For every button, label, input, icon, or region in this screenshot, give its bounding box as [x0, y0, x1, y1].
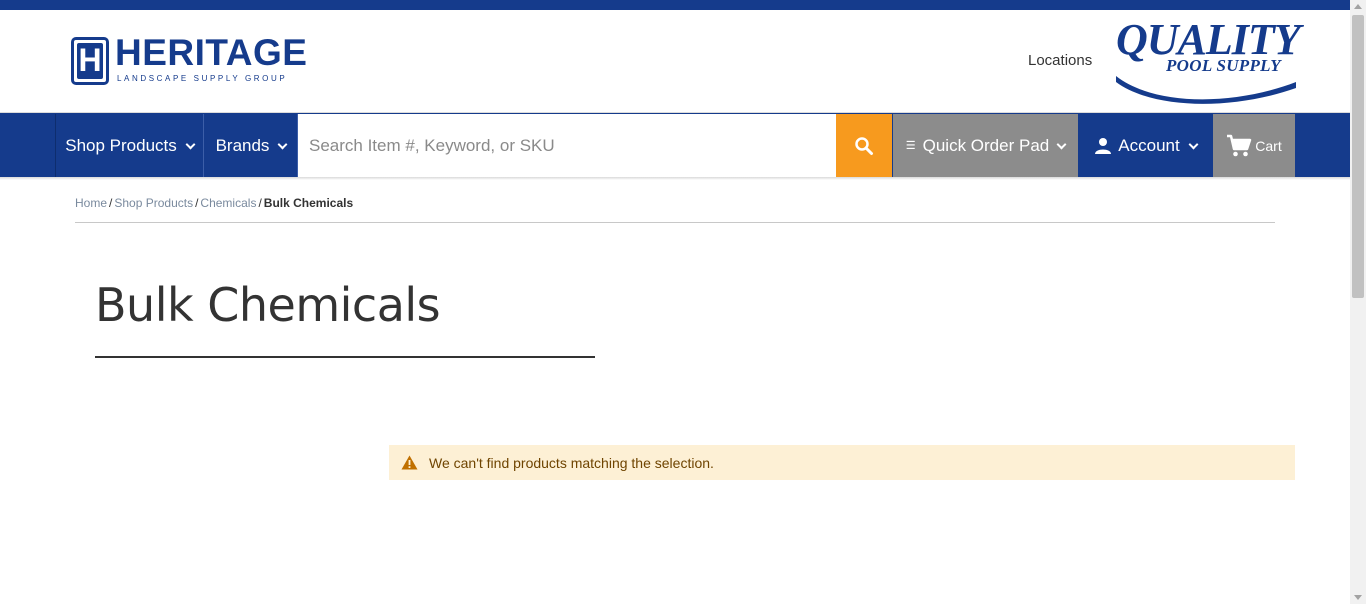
- shop-products-menu[interactable]: Shop Products: [55, 114, 204, 178]
- no-products-message: We can't find products matching the sele…: [389, 445, 1295, 480]
- search-button[interactable]: [836, 114, 892, 178]
- breadcrumb-chemicals[interactable]: Chemicals: [200, 196, 256, 210]
- search-icon: [855, 137, 873, 155]
- cart-icon: [1227, 134, 1252, 157]
- breadcrumb: Home / Shop Products / Chemicals / Bulk Chemic…: [75, 196, 354, 210]
- quality-pool-supply-logo[interactable]: QUALITY POOL SUPPLY: [1114, 18, 1301, 104]
- page-title: Bulk Chemicals: [95, 278, 441, 332]
- list-icon: ☰: [905, 139, 916, 152]
- user-icon: [1095, 138, 1112, 154]
- search-input[interactable]: [298, 114, 836, 178]
- warning-icon: [401, 455, 418, 470]
- breadcrumb-divider: [75, 222, 1275, 223]
- search-box: [298, 114, 836, 178]
- heritage-logo-tagline: LANDSCAPE SUPPLY GROUP: [117, 74, 288, 83]
- chevron-down-icon: [277, 139, 288, 149]
- account-label: Account: [1118, 136, 1180, 155]
- vertical-scrollbar[interactable]: [1350, 0, 1366, 604]
- nav-shadow: [0, 177, 1350, 180]
- main-nav-bar: Shop Products Brands ☰ Quick Order Pad A…: [0, 112, 1350, 178]
- quality-logo-swoosh: [1116, 76, 1296, 104]
- cart-button[interactable]: Cart: [1213, 114, 1295, 178]
- title-underline: [95, 356, 595, 358]
- no-products-text: We can't find products matching the sele…: [429, 454, 714, 471]
- top-accent-strip: [0, 0, 1350, 10]
- chevron-down-icon: [1056, 139, 1067, 149]
- chevron-down-icon: [185, 139, 196, 149]
- scroll-up-arrow-icon[interactable]: [1354, 4, 1362, 9]
- site-header: H HERITAGE LANDSCAPE SUPPLY GROUP Locati…: [0, 10, 1350, 112]
- heritage-logo[interactable]: H HERITAGE LANDSCAPE SUPPLY GROUP: [71, 33, 311, 87]
- heritage-logo-word: HERITAGE: [115, 32, 308, 73]
- breadcrumb-current: Bulk Chemicals: [263, 196, 354, 210]
- scrollbar-thumb[interactable]: [1352, 15, 1364, 298]
- quick-order-pad-menu[interactable]: ☰ Quick Order Pad: [893, 114, 1078, 178]
- scroll-down-arrow-icon[interactable]: [1354, 595, 1362, 600]
- chevron-down-icon: [1188, 139, 1199, 149]
- heritage-logo-mark: H: [71, 37, 109, 85]
- breadcrumb-shop-products[interactable]: Shop Products: [114, 196, 193, 210]
- cart-label: Cart: [1255, 138, 1282, 154]
- breadcrumb-home[interactable]: Home: [75, 196, 107, 210]
- brands-menu[interactable]: Brands: [205, 114, 298, 178]
- shop-products-label: Shop Products: [65, 136, 177, 155]
- account-menu[interactable]: Account: [1079, 114, 1212, 178]
- heritage-logo-letter: H: [78, 42, 102, 78]
- locations-link[interactable]: Locations: [1028, 52, 1092, 69]
- brands-label: Brands: [215, 136, 270, 155]
- quick-order-pad-label: Quick Order Pad: [922, 136, 1050, 155]
